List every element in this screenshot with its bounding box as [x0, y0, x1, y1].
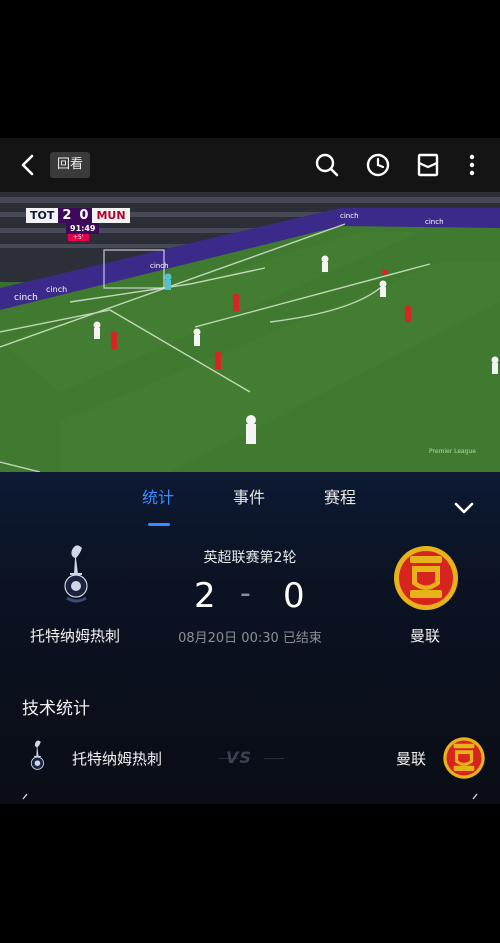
replay-button[interactable]: 回看	[50, 152, 91, 178]
tab-bar: 统计 事件 赛程	[0, 484, 500, 526]
chevron-down-icon[interactable]	[453, 500, 475, 516]
scorebug: TOT 2 0 MUN	[26, 208, 130, 223]
svg-text:cinch: cinch	[340, 212, 359, 220]
clock-icon[interactable]	[364, 151, 392, 179]
stats-away-team-name: 曼联	[396, 750, 427, 768]
tab-schedule[interactable]: 赛程	[324, 484, 356, 508]
match-info-panel: 统计 事件 赛程 托特纳姆热刺 曼联 英超联赛第2轮 2 - 0 08月20日 …	[0, 472, 500, 804]
back-icon[interactable]	[14, 151, 42, 179]
svg-text:cinch: cinch	[14, 293, 38, 303]
scorebug-clock: 91:49	[66, 223, 100, 234]
manchester-united-small-crest-icon	[443, 737, 485, 779]
league-watermark: Premier League	[428, 448, 476, 455]
more-icon[interactable]	[458, 151, 486, 179]
match-time-status: 08月20日 00:30 已结束	[178, 631, 322, 646]
svg-text:cinch: cinch	[425, 218, 444, 226]
competition-round: 英超联赛第2轮	[203, 550, 297, 566]
scorebug-away: MUN	[92, 208, 130, 223]
vs-divider-right	[264, 758, 284, 759]
tab-stats[interactable]: 统计	[142, 484, 174, 508]
scorebug-home-score: 2	[58, 208, 76, 223]
active-tab-indicator	[148, 523, 170, 526]
svg-text:cinch: cinch	[150, 262, 169, 270]
away-score: 0	[283, 576, 305, 616]
svg-text:cinch: cinch	[46, 285, 67, 294]
scroll-hint-left-icon	[22, 793, 28, 800]
manchester-united-crest-icon	[394, 546, 458, 610]
scroll-hint-right-icon	[472, 793, 478, 800]
scorebug-home: TOT	[26, 208, 59, 223]
top-bar: 回看	[0, 138, 500, 192]
tab-events[interactable]: 事件	[233, 484, 265, 508]
scorebug-away-score: 0	[75, 208, 93, 223]
home-score: 2	[194, 576, 216, 616]
vs-label: VS	[226, 748, 252, 767]
app-frame: 回看 cinch cinch cinch cinch cinch TOT 2 0…	[0, 0, 500, 943]
section-title-stats: 技术统计	[22, 699, 90, 719]
tottenham-small-crest-icon	[30, 740, 45, 770]
scorebug-added-time: +5'	[68, 234, 89, 241]
video-player[interactable]: cinch cinch cinch cinch cinch TOT 2 0 MU…	[0, 192, 500, 472]
search-icon[interactable]	[313, 151, 341, 179]
stats-home-team-name: 托特纳姆热刺	[72, 750, 163, 768]
score-separator: -	[240, 576, 251, 611]
home-team-name[interactable]: 托特纳姆热刺	[20, 625, 130, 646]
tottenham-crest-icon	[64, 545, 88, 603]
bookmark-icon[interactable]	[414, 151, 442, 179]
away-team-name[interactable]: 曼联	[390, 625, 460, 646]
